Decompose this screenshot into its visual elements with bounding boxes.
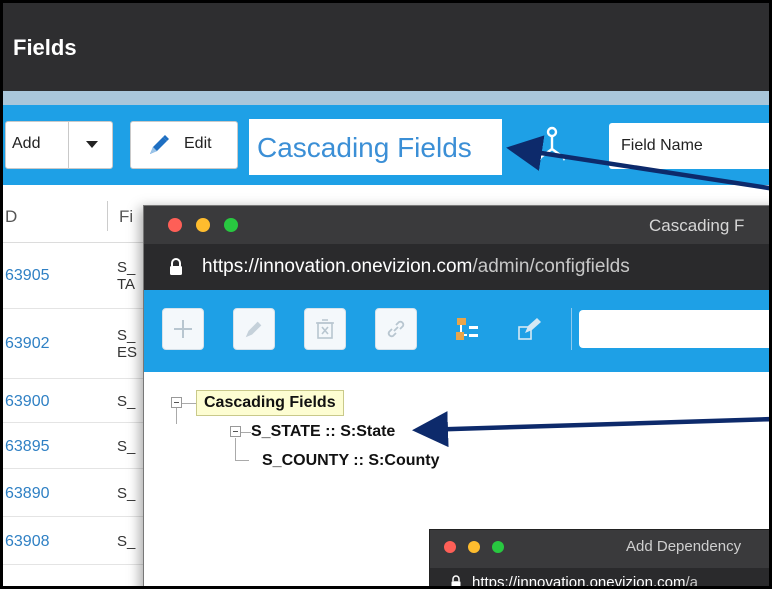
grid-header-name[interactable]: Fi	[119, 207, 133, 227]
row-name: S_	[117, 485, 136, 502]
field-name-select[interactable]: Field Name	[609, 123, 769, 169]
popup-toolbar	[144, 290, 769, 372]
tree-connector	[182, 403, 196, 404]
dependency-window-title: Add Dependency	[626, 538, 742, 555]
dependency-url-bar[interactable]: https://innovation.onevizion.com/a	[430, 568, 769, 589]
row-name-line: S_	[117, 327, 136, 344]
tree-node-s-state[interactable]: S_STATE :: S:State	[251, 423, 395, 441]
add-button-label: Add	[12, 135, 41, 152]
minimize-window-button[interactable]	[468, 541, 480, 553]
lock-icon	[170, 258, 182, 275]
edit-node-alt-button[interactable]	[509, 308, 551, 350]
row-id-link[interactable]: 63890	[5, 485, 50, 503]
grid-header-id[interactable]: D	[5, 207, 17, 227]
row-id-link[interactable]: 63900	[5, 393, 50, 411]
cascading-fields-title: Cascading Fields	[249, 119, 502, 175]
popup-url[interactable]: https://innovation.onevizion.com/admin/c…	[202, 256, 630, 278]
row-id-link[interactable]: 63905	[5, 267, 50, 285]
edit-node-button[interactable]	[233, 308, 275, 350]
tree-root-collapse-toggle[interactable]	[171, 397, 182, 408]
row-name-line: S_	[117, 259, 136, 276]
edit-button-label: Edit	[184, 135, 212, 152]
popup-url-host: https://innovation.onevizion.com	[202, 256, 473, 277]
table-row[interactable]: 63895 S_	[3, 423, 153, 469]
close-window-button[interactable]	[444, 541, 456, 553]
row-name: S_ ES	[117, 327, 137, 361]
delete-node-button[interactable]	[304, 308, 346, 350]
row-name: S_ TA	[117, 259, 135, 293]
row-id-link[interactable]: 63908	[5, 533, 50, 551]
pencil-icon	[245, 321, 262, 338]
row-name-line: TA	[117, 276, 136, 293]
hierarchy-button[interactable]	[446, 308, 488, 350]
table-row[interactable]: 63902 S_ ES	[3, 309, 153, 379]
row-id-link[interactable]: 63895	[5, 438, 50, 456]
close-window-button[interactable]	[168, 218, 182, 232]
tree-connector	[235, 460, 249, 461]
link-icon	[387, 320, 405, 338]
tree-structure-icon[interactable]	[535, 125, 569, 165]
row-id-link[interactable]: 63902	[5, 335, 50, 353]
row-name: S_	[117, 533, 136, 550]
back-window-toolbar: Add Edit Cascading Fields Field Name	[3, 105, 769, 185]
tree-connector	[176, 408, 177, 424]
back-window-divider	[3, 91, 769, 105]
tree-node-s-county[interactable]: S_COUNTY :: S:County	[262, 452, 439, 470]
popup-titlebar[interactable]: Cascading F	[144, 206, 769, 244]
dependency-url[interactable]: https://innovation.onevizion.com/a	[472, 574, 698, 589]
minimize-window-button[interactable]	[196, 218, 210, 232]
caret-down-icon[interactable]	[86, 141, 98, 148]
popup-search-input[interactable]	[579, 310, 769, 348]
table-row[interactable]: 63890 S_	[3, 469, 153, 517]
tree-child-collapse-toggle[interactable]	[230, 426, 241, 437]
table-row[interactable]: 63900 S_	[3, 379, 153, 423]
row-name-line: ES	[117, 344, 138, 361]
delete-icon	[316, 319, 334, 339]
row-name: S_	[117, 438, 136, 455]
popup-title: Cascading F	[649, 216, 745, 235]
table-row[interactable]: 63908 S_	[3, 517, 153, 565]
edit-icon	[518, 318, 541, 340]
dependency-url-path: /a	[685, 574, 698, 589]
tree-root-node[interactable]: Cascading Fields	[196, 390, 344, 416]
add-button[interactable]: Add	[5, 121, 113, 169]
pencil-icon	[150, 135, 169, 154]
screenshot-frame: Fields Add Edit Cascading Fields Field N…	[0, 0, 772, 589]
cascading-fields-title-text: Cascading Fields	[257, 132, 472, 163]
grid-header-separator	[107, 201, 108, 231]
zoom-window-button[interactable]	[224, 218, 238, 232]
add-node-button[interactable]	[162, 308, 204, 350]
row-name: S_	[117, 393, 136, 410]
popup-url-bar[interactable]: https://innovation.onevizion.com/admin/c…	[144, 244, 769, 290]
fields-grid: D Fi 63905 S_ TA 63902 S_ ES 63900 S_ 6389…	[3, 185, 153, 586]
popup-url-path: /admin/configfields	[472, 256, 630, 277]
hierarchy-icon	[456, 318, 478, 340]
back-window-title: Fields	[13, 35, 77, 60]
table-row[interactable]: 63905 S_ TA	[3, 243, 153, 309]
dependency-url-host: https://innovation.onevizion.com	[472, 574, 686, 589]
grid-header: D Fi	[3, 185, 153, 243]
tree-connector	[241, 432, 251, 433]
lock-icon	[451, 575, 461, 586]
add-dependency-window: Add Dependency https://innovation.oneviz…	[429, 529, 769, 589]
edit-button[interactable]: Edit	[130, 121, 238, 169]
field-name-select-value: Field Name	[621, 137, 703, 154]
back-window-titlebar: Fields	[3, 3, 769, 91]
add-button-separator	[68, 122, 69, 168]
popup-toolbar-separator	[571, 308, 572, 350]
tree-connector	[235, 438, 236, 460]
link-node-button[interactable]	[375, 308, 417, 350]
plus-icon	[174, 320, 192, 338]
zoom-window-button[interactable]	[492, 541, 504, 553]
